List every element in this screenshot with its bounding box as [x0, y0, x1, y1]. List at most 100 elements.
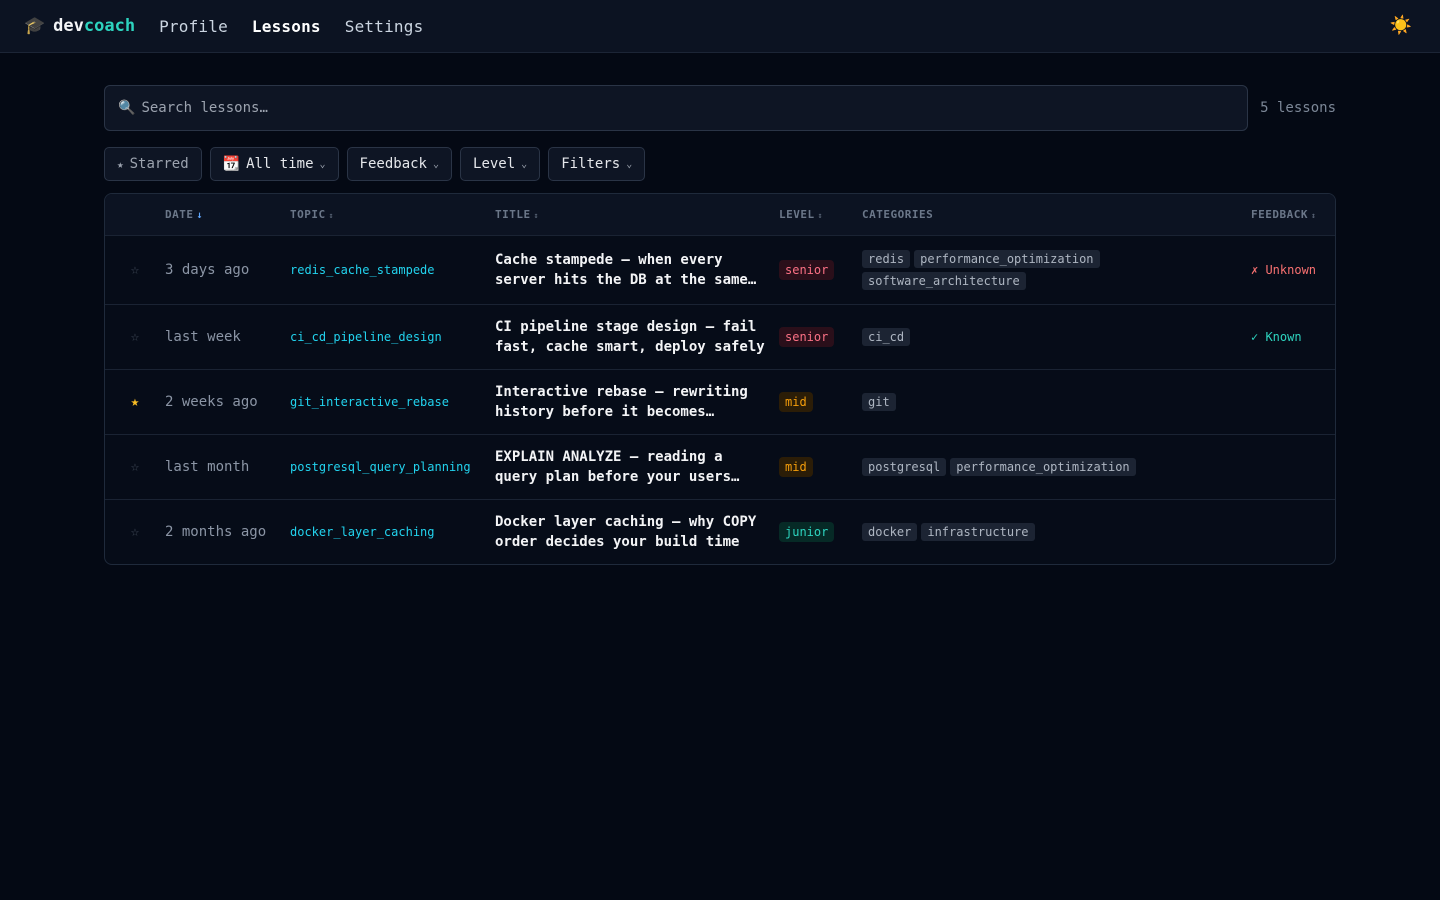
table-row[interactable]: ★ 2 weeks ago git_interactive_rebase Intera…	[105, 369, 1335, 434]
title-cell: Docker layer caching — why COPY order de…	[495, 499, 779, 564]
header-categories-label: CATEGORIES	[862, 207, 934, 221]
header-topic[interactable]: TOPIC ↕	[290, 194, 495, 235]
level-cell: mid	[779, 369, 862, 434]
category-list: redis performance_optimization software_ar…	[862, 240, 1251, 300]
filter-bar: ★ Starred 📆 All time ⌄ Feedback ⌄ Level …	[104, 147, 646, 181]
lesson-title[interactable]: Docker layer caching — why COPY order de…	[495, 512, 779, 552]
topic-cell: ci_cd_pipeline_design	[290, 304, 495, 369]
category-tag[interactable]: performance_optimization	[950, 457, 1136, 476]
search-row: 🔍 5 lessons	[104, 85, 1336, 131]
star-cell: ☆	[105, 304, 165, 369]
header-level[interactable]: LEVEL ↕	[779, 194, 862, 235]
category-tag[interactable]: postgresql	[862, 457, 947, 476]
lesson-count: 5 lessons	[1260, 100, 1336, 116]
category-tag[interactable]: git	[862, 392, 896, 411]
table-row[interactable]: ☆ last week ci_cd_pipeline_design CI pipeli…	[105, 304, 1335, 369]
lesson-title[interactable]: EXPLAIN ANALYZE — reading a query plan b…	[495, 447, 779, 487]
feedback-cell	[1251, 499, 1335, 564]
chevron-down-icon: ⌄	[432, 158, 440, 170]
topic-cell: docker_layer_caching	[290, 499, 495, 564]
header-feedback[interactable]: FEEDBACK ↕	[1251, 194, 1335, 235]
more-filters-dropdown[interactable]: Filters ⌄	[548, 147, 646, 181]
lesson-date: last week	[165, 328, 241, 345]
category-tag[interactable]: docker	[862, 522, 918, 541]
feedback-cell: ✓ Known	[1251, 304, 1335, 369]
feedback-filter-dropdown[interactable]: Feedback ⌄	[346, 147, 453, 181]
sort-icon: ↕	[817, 210, 823, 220]
table-row[interactable]: ☆ 3 days ago redis_cache_stampede Cache sta…	[105, 235, 1335, 304]
title-cell: CI pipeline stage design — fail fast, ca…	[495, 304, 779, 369]
nav-profile[interactable]: Profile	[159, 17, 228, 36]
category-tag[interactable]: performance_optimization	[914, 249, 1100, 268]
lesson-date: 3 days ago	[165, 261, 250, 278]
lesson-topic[interactable]: redis_cache_stampede	[290, 263, 435, 277]
level-badge: junior	[779, 521, 835, 542]
chevron-down-icon: ⌄	[521, 158, 528, 170]
feedback-cell	[1251, 369, 1335, 434]
category-list: postgresql performance_optimization	[862, 448, 1251, 486]
lesson-topic[interactable]: postgresql_query_planning	[290, 460, 471, 474]
category-tag[interactable]: software_architecture	[862, 271, 1026, 290]
level-badge: senior	[779, 259, 835, 280]
header-feedback-label: FEEDBACK	[1251, 207, 1308, 221]
lesson-topic[interactable]: docker_layer_caching	[290, 525, 435, 539]
feedback-filter-label: Feedback	[359, 156, 427, 172]
star-outline-icon[interactable]: ☆	[131, 262, 139, 278]
title-cell: Interactive rebase — rewriting history b…	[495, 369, 779, 434]
lesson-topic[interactable]: git_interactive_rebase	[290, 395, 449, 409]
star-filled-icon[interactable]: ★	[131, 394, 139, 410]
category-list: ci_cd	[862, 318, 1251, 356]
star-outline-icon[interactable]: ☆	[131, 459, 139, 475]
level-filter-dropdown[interactable]: Level ⌄	[460, 147, 541, 181]
level-badge: senior	[779, 326, 835, 347]
lesson-date: last month	[165, 458, 250, 475]
table-row[interactable]: ☆ 2 months ago docker_layer_caching Docker …	[105, 499, 1335, 564]
lesson-title[interactable]: Cache stampede — when every server hits …	[495, 250, 779, 290]
search-box[interactable]: 🔍	[104, 85, 1248, 131]
time-filter-label: All time	[246, 156, 314, 172]
starred-filter-button[interactable]: ★ Starred	[104, 147, 202, 181]
nav-settings[interactable]: Settings	[345, 17, 424, 36]
date-cell: 3 days ago	[165, 235, 290, 304]
lesson-title[interactable]: CI pipeline stage design — fail fast, ca…	[495, 317, 779, 357]
header-date[interactable]: DATE ↓	[165, 194, 290, 235]
lesson-title[interactable]: Interactive rebase — rewriting history b…	[495, 382, 779, 422]
level-cell: junior	[779, 499, 862, 564]
star-outline-icon[interactable]: ☆	[131, 329, 139, 345]
table-row[interactable]: ☆ last month postgresql_query_planning EXPL…	[105, 434, 1335, 499]
app-name-dev: dev	[53, 16, 84, 36]
header-star	[105, 194, 165, 235]
time-filter-dropdown[interactable]: 📆 All time ⌄	[209, 147, 339, 181]
topic-cell: redis_cache_stampede	[290, 235, 495, 304]
category-tag[interactable]: ci_cd	[862, 327, 911, 346]
category-tag[interactable]: infrastructure	[921, 522, 1035, 541]
categories-cell: git	[862, 369, 1251, 434]
chevron-down-icon: ⌄	[319, 158, 326, 170]
topic-cell: postgresql_query_planning	[290, 434, 495, 499]
level-cell: senior	[779, 235, 862, 304]
nav-lessons[interactable]: Lessons	[252, 17, 321, 36]
app-logo[interactable]: 🎓 devcoach	[24, 16, 135, 36]
date-cell: last week	[165, 304, 290, 369]
star-outline-icon[interactable]: ☆	[131, 524, 139, 540]
lesson-date: 2 weeks ago	[165, 393, 258, 410]
header-level-label: LEVEL	[779, 207, 815, 221]
header-title[interactable]: TITLE ↕	[495, 194, 779, 235]
sort-icon: ↕	[328, 210, 334, 220]
feedback-cell: ✗ Unknown	[1251, 235, 1335, 304]
category-list: docker infrastructure	[862, 513, 1251, 551]
lessons-table: DATE ↓ TOPIC ↕ TITLE ↕ LEVEL ↕ CATEGORIES FE…	[104, 193, 1336, 565]
category-list: git	[862, 383, 1251, 421]
lesson-topic[interactable]: ci_cd_pipeline_design	[290, 330, 442, 344]
category-tag[interactable]: redis	[862, 249, 911, 268]
chevron-down-icon: ⌄	[626, 158, 633, 170]
search-input[interactable]	[141, 100, 1232, 116]
categories-cell: postgresql performance_optimization	[862, 434, 1251, 499]
star-cell: ☆	[105, 235, 165, 304]
sun-icon[interactable]: ☀️	[1390, 15, 1412, 36]
categories-cell: ci_cd	[862, 304, 1251, 369]
level-cell: mid	[779, 434, 862, 499]
feedback-status: ✗ Unknown	[1251, 262, 1317, 277]
sort-desc-icon: ↓	[196, 209, 204, 221]
calendar-icon: 📆	[222, 156, 241, 172]
